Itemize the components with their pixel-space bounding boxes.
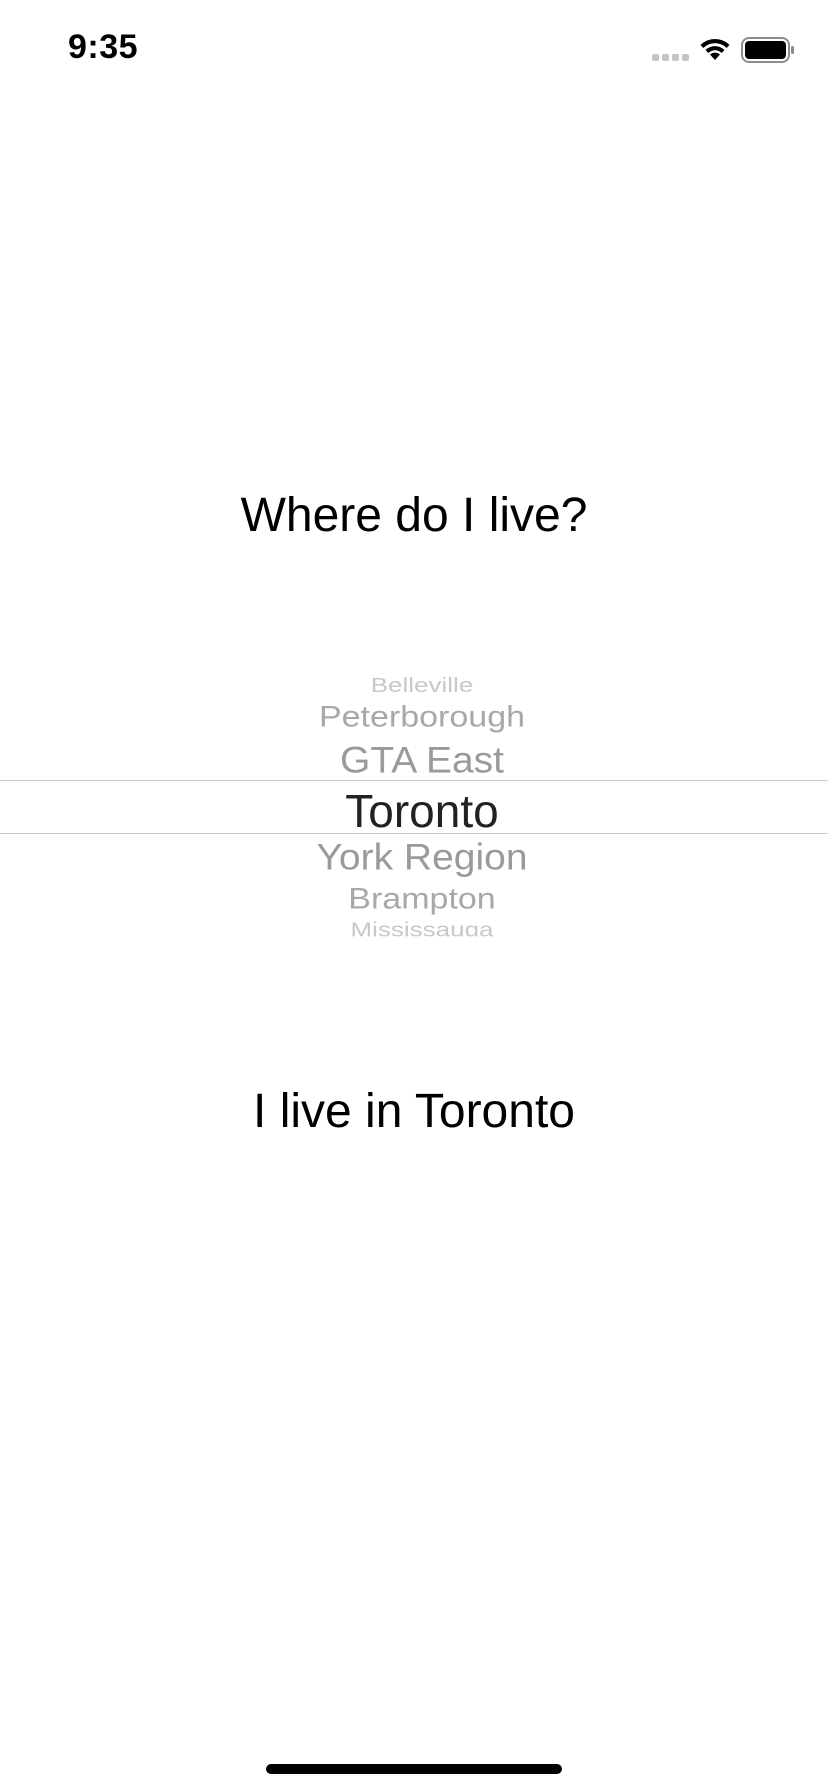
status-bar: 9:35: [0, 0, 828, 100]
picker-item-selected[interactable]: Toronto: [0, 784, 828, 838]
answer-label: I live in Toronto: [253, 1085, 575, 1138]
picker-item[interactable]: GTA East: [0, 740, 828, 782]
home-indicator[interactable]: [266, 1764, 562, 1774]
picker-item[interactable]: Mississauga: [0, 918, 828, 937]
picker-item[interactable]: Belleville: [0, 673, 828, 697]
city-picker[interactable]: Belleville Peterborough GTA East Toronto…: [0, 660, 828, 942]
question-label: Where do I live?: [240, 489, 588, 542]
picker-item[interactable]: Peterborough: [0, 700, 828, 734]
wifi-icon: [700, 38, 730, 60]
picker-item[interactable]: York Region: [0, 837, 828, 879]
picker-selection-line-bottom: [0, 833, 828, 834]
picker-item[interactable]: Brampton: [0, 882, 828, 916]
cellular-signal-icon: [652, 54, 689, 61]
picker-selection-line-top: [0, 780, 828, 781]
battery-icon: [741, 37, 794, 63]
status-time: 9:35: [68, 28, 139, 66]
